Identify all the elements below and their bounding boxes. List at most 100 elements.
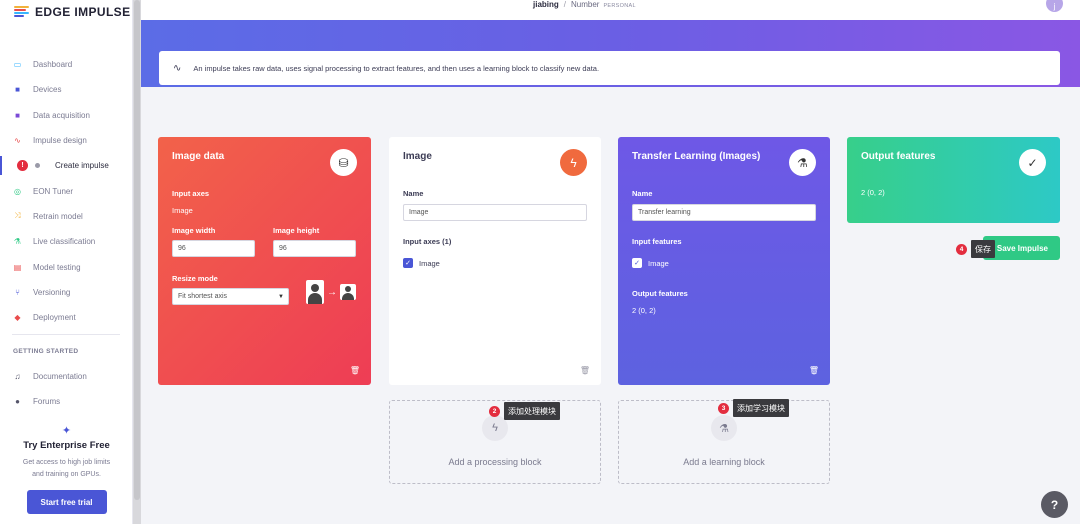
image-height-input[interactable]: 96 [273, 240, 356, 257]
sidebar-item-live-classification[interactable]: ⚗ Live classification [0, 229, 133, 254]
pulse-icon: ∿ [14, 136, 21, 146]
enterprise-desc-line: Get access to high job limits [22, 459, 111, 466]
sidebar-item-impulse-design[interactable]: ∿ Impulse design [0, 128, 133, 153]
resize-mode-label: Resize mode [172, 274, 218, 283]
sidebar-scrollbar[interactable] [133, 0, 141, 524]
sidebar-item-label: Dashboard [33, 60, 73, 70]
sidebar-divider [12, 334, 120, 335]
output-features-block: Output features ✓ 2 (0, 2) [847, 137, 1060, 223]
sidebar-item-label: Data acquisition [33, 110, 90, 120]
gift-icon: ◆ [14, 313, 21, 323]
edge-impulse-logo-icon [14, 6, 29, 18]
axis-item-label: Image [419, 258, 440, 268]
start-free-trial-button[interactable]: Start free trial [26, 490, 107, 514]
person-square-icon [340, 284, 356, 300]
sidebar-item-eon-tuner[interactable]: ◎ EON Tuner [0, 178, 133, 203]
sidebar-item-devices[interactable]: ■ Devices [0, 77, 133, 102]
shuffle-icon: ⤨ [14, 211, 21, 221]
scrollbar-thumb[interactable] [134, 0, 140, 500]
checkbox-checked[interactable]: ✓ [632, 258, 642, 268]
help-button[interactable]: ? [1041, 491, 1068, 518]
branch-icon: ⑂ [15, 287, 20, 297]
sidebar-item-model-testing[interactable]: ▤ Model testing [0, 254, 133, 279]
enterprise-description: Get access to high job limits and traini… [0, 457, 133, 481]
step-badge: 4 [956, 244, 967, 255]
brand-name: EDGE IMPULSE [35, 5, 131, 19]
sidebar-item-label: Deployment [33, 313, 76, 323]
image-data-block: Image data ⛁ Input axes Image Image widt… [158, 137, 371, 385]
sidebar-item-retrain-model[interactable]: ⤨ Retrain model [0, 204, 133, 229]
block-title: Image [403, 151, 432, 162]
flask-icon: ⚗ [789, 149, 816, 176]
trash-icon[interactable]: 🗑 [809, 366, 819, 375]
breadcrumb-user[interactable]: jiabing [533, 0, 559, 9]
block-title: Image data [172, 151, 225, 162]
sparkle-icon: ✦ [61, 425, 72, 437]
impulse-info-box: ∿ An impulse takes raw data, uses signal… [159, 51, 1060, 85]
add-processing-label: Add a processing block [448, 457, 542, 467]
sidebar-item-label: Retrain model [33, 211, 83, 221]
block-title: Transfer Learning (Images) [632, 151, 761, 162]
warning-badge: ! [17, 160, 28, 172]
add-learning-tooltip: 添加学习模块 [733, 399, 789, 417]
sidebar-item-label: Documentation [33, 372, 87, 382]
enterprise-desc-line: and training on GPUs. [32, 471, 101, 478]
sidebar-item-label: Versioning [33, 287, 71, 297]
sidebar-item-label: Model testing [33, 262, 81, 272]
flask-icon: ⚗ [711, 415, 737, 441]
sidebar-item-documentation[interactable]: ♫ Documentation [0, 364, 133, 389]
page-header-banner: ∿ An impulse takes raw data, uses signal… [141, 20, 1080, 87]
avatar[interactable]: j [1046, 0, 1063, 12]
sidebar-item-forums[interactable]: ● Forums [0, 389, 133, 414]
sidebar-item-label: Forums [33, 397, 61, 407]
processing-block: Image ϟ Name Image Input axes (1) ✓ Imag… [389, 137, 601, 385]
input-axes-value: Image [172, 206, 193, 215]
feature-item-label: Image [648, 258, 669, 268]
project-type-badge: PERSONAL [603, 3, 636, 9]
sidebar-item-deployment[interactable]: ◆ Deployment [0, 305, 133, 330]
image-width-label: Image width [172, 226, 216, 235]
chat-icon: ● [15, 397, 20, 407]
processing-name-input[interactable]: Image [403, 204, 587, 221]
resize-mode-select[interactable]: Fit shortest axis ▼ [172, 288, 289, 305]
person-portrait-icon [306, 280, 324, 304]
breadcrumb: jiabing / Number PERSONAL [533, 0, 636, 9]
help-nav: ♫ Documentation ● Forums [0, 364, 133, 415]
impulse-info-text: An impulse takes raw data, uses signal p… [193, 63, 600, 73]
chevron-down-icon: ▼ [278, 293, 284, 300]
monitor-icon: ▭ [13, 60, 22, 70]
arrow-right-icon: → [327, 286, 337, 298]
input-features-label: Input features [632, 237, 682, 246]
flask-icon: ⚗ [13, 237, 22, 247]
resize-preview: → [306, 280, 356, 304]
sidebar-item-data-acquisition[interactable]: ■ Data acquisition [0, 103, 133, 128]
sidebar-item-label: Devices [33, 85, 62, 95]
add-processing-tooltip: 添加处理模块 [504, 402, 560, 420]
trash-icon[interactable]: 🗑 [350, 366, 360, 375]
sidebar-item-label: Impulse design [33, 136, 87, 146]
breadcrumb-project[interactable]: Number [571, 0, 599, 9]
top-bar: jiabing / Number PERSONAL j [141, 0, 1080, 20]
sidebar-item-dashboard[interactable]: ▭ Dashboard [0, 52, 133, 77]
sidebar: EDGE IMPULSE ▭ Dashboard ■ Devices ■ Dat… [0, 0, 133, 524]
sidebar-nav: ▭ Dashboard ■ Devices ■ Data acquisition… [0, 52, 133, 330]
sidebar-item-create-impulse[interactable]: ! Create impulse [0, 153, 133, 178]
image-width-input[interactable]: 96 [172, 240, 255, 257]
resize-mode-value: Fit shortest axis [178, 293, 228, 300]
database-icon: ■ [15, 85, 20, 95]
step-badge: 2 [489, 406, 500, 417]
sidebar-item-label: EON Tuner [33, 186, 74, 196]
save-tooltip: 保存 [971, 240, 995, 258]
feature-checkbox-row[interactable]: ✓ Image [632, 258, 669, 268]
trash-icon[interactable]: 🗑 [580, 366, 590, 375]
learning-name-input[interactable]: Transfer learning [632, 204, 816, 221]
output-features-value: 2 (0, 2) [632, 306, 656, 315]
sidebar-item-versioning[interactable]: ⑂ Versioning [0, 280, 133, 305]
input-axes-label: Input axes (1) [403, 237, 452, 246]
checkbox-checked[interactable]: ✓ [403, 258, 413, 268]
brand-logo[interactable]: EDGE IMPULSE [14, 5, 130, 19]
check-icon: ✓ [1019, 149, 1046, 176]
clipboard-icon: ▤ [13, 262, 22, 272]
axis-checkbox-row[interactable]: ✓ Image [403, 258, 440, 268]
step-badge: 3 [718, 403, 729, 414]
